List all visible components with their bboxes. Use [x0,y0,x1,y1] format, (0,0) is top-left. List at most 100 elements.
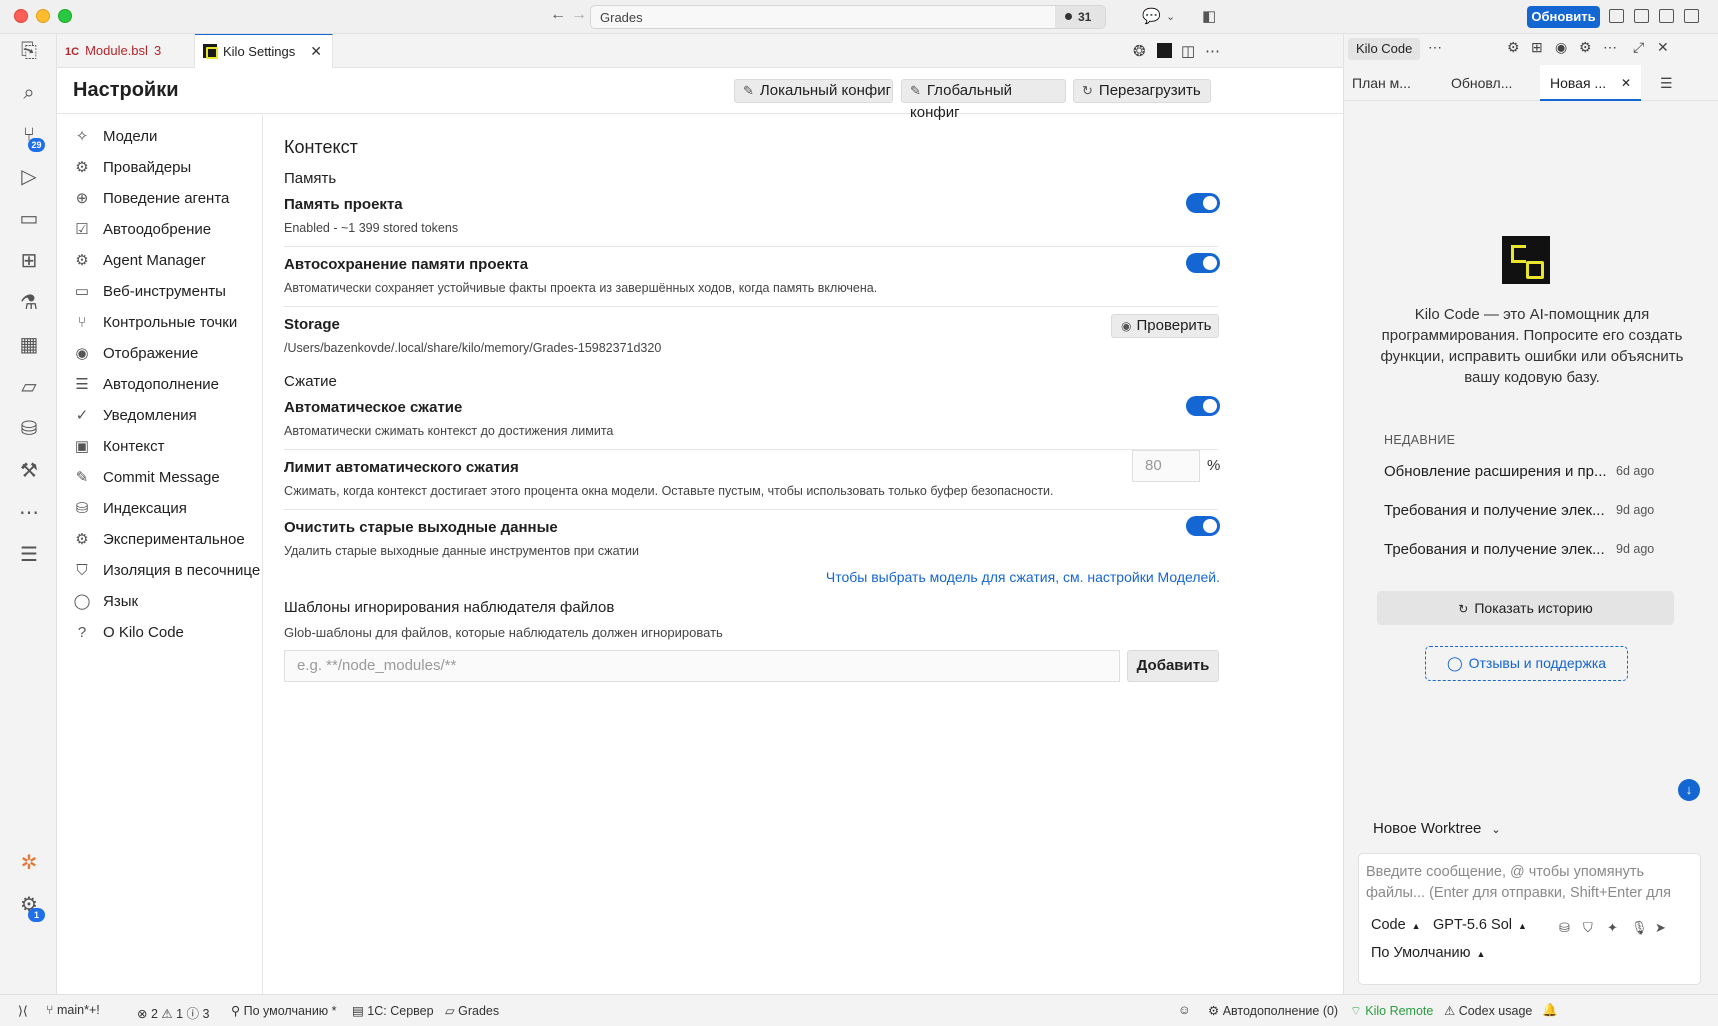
nav-item-models[interactable]: ✧ Модели [73,124,158,150]
more-actions-icon[interactable]: ⋯ [1603,39,1617,56]
grid-icon[interactable]: ⊞ [1531,39,1543,56]
profile-select[interactable]: По Умолчанию ▲ [1363,942,1493,964]
session-tab-active[interactable]: Новая ... ✕ [1540,65,1641,101]
nav-item-commit-message[interactable]: ✎ Commit Message [73,465,220,491]
run-debug-icon[interactable]: ▷ [16,164,42,190]
close-tab-icon[interactable]: ✕ [310,43,322,60]
nav-item-checkpoints[interactable]: ⑂ Контрольные точки [73,310,237,336]
codex-usage-status[interactable]: ⚠ Codex usage [1444,1003,1532,1018]
tab-module-bsl[interactable]: 1C Module.bsl 3 [57,34,195,68]
autosave-memory-toggle[interactable] [1186,253,1220,273]
kilo-action-icon[interactable] [1157,43,1172,58]
compress-limit-input[interactable]: 80 [1132,450,1200,482]
chevron-down-icon[interactable]: ⌄ [1166,10,1175,23]
openai-icon[interactable]: ❂ [1133,42,1146,60]
check-storage-button[interactable]: ◉ Проверить [1111,314,1219,338]
extensions-icon[interactable]: ⊞ [16,248,42,274]
maximize-icon[interactable]: ⤢ [1633,39,1644,56]
settings-gear-icon[interactable]: ⚙ [1579,39,1592,56]
folder-status[interactable]: ▱ Grades [445,1003,499,1018]
server-status[interactable]: ▤ 1С: Сервер [352,1003,434,1018]
clear-outputs-toggle[interactable] [1186,516,1220,536]
search-icon[interactable]: ⌕ [16,80,42,106]
glob-pattern-input[interactable]: e.g. **/node_modules/** [284,650,1120,682]
scroll-down-icon[interactable]: ↓ [1678,779,1700,801]
problems-status[interactable]: ⊗ 2 ⚠ 1 ⓘ 3 [137,1003,210,1022]
nav-item-context[interactable]: ▣ Контекст [73,434,165,460]
enhance-prompt-icon[interactable]: ✦ [1607,920,1618,936]
nav-item-about[interactable]: ? О Kilo Code [73,620,184,646]
close-tab-icon[interactable]: ✕ [1621,65,1631,101]
toggle-primary-sidebar-icon[interactable] [1609,9,1624,23]
nav-item-autocomplete[interactable]: ☰ Автодополнение [73,372,219,398]
maximize-window-button[interactable] [58,9,72,23]
session-tab[interactable]: Обновл... [1451,65,1512,101]
nav-item-indexing[interactable]: ⛁ Индексация [73,496,187,522]
nav-item-providers[interactable]: ⚙ Провайдеры [73,155,191,181]
agent-manager-icon[interactable]: ⚙ [1507,39,1520,56]
tab-kilo-settings[interactable]: Kilo Settings ✕ [195,34,333,68]
session-tab[interactable]: План м... [1352,65,1411,101]
explorer-icon[interactable]: ⎘ [16,38,42,64]
remote-explorer-icon[interactable]: ▭ [16,206,42,232]
message-input[interactable]: Введите сообщение, @ чтобы упомянуть фай… [1358,853,1701,985]
worktree-select[interactable]: Новое Worktree ⌄ [1373,820,1501,837]
recent-item[interactable]: Требования и получение элек... 9d ago [1384,541,1684,561]
toggle-secondary-sidebar-icon[interactable] [1684,9,1699,23]
profile-icon[interactable]: ◉ [1555,39,1567,56]
profile-status[interactable]: ⚲ По умолчанию * [231,1003,337,1018]
customize-layout-icon[interactable] [1634,9,1649,23]
autocomplete-status[interactable]: ⚙ Автодополнение (0) [1208,1003,1338,1018]
mode-select[interactable]: Code ▲ [1363,914,1429,936]
show-history-button[interactable]: ↻ Показать историю [1377,591,1674,625]
problems-badge[interactable]: 31 [1055,6,1105,28]
panel-title[interactable]: Kilo Code [1348,38,1421,60]
toggle-panel-icon[interactable] [1659,9,1674,23]
local-config-button[interactable]: ✎ Локальный конфиг [734,79,893,103]
nav-item-display[interactable]: ◉ Отображение [73,341,198,367]
testing-icon[interactable]: ⚗ [16,290,42,316]
copilot-chat-icon[interactable]: 💬 [1142,7,1161,25]
remote-icon[interactable]: ⟩⟨ [18,1003,28,1018]
model-select[interactable]: GPT-5.6 Sol ▲ [1425,914,1535,936]
copilot-status-icon[interactable]: ☺ [1178,1003,1191,1017]
more-actions-icon[interactable]: ⋯ [1205,42,1220,60]
nav-item-web-tools[interactable]: ▭ Веб-инструменты [73,279,226,305]
extension-icon[interactable]: ◧ [1202,7,1216,25]
graph-icon[interactable]: ⋯ [16,500,42,526]
close-panel-icon[interactable]: ✕ [1657,39,1669,56]
split-editor-icon[interactable]: ◫ [1181,42,1195,60]
global-config-button[interactable]: ✎ Глобальный конфиг [901,79,1066,121]
feedback-button[interactable]: ◯ Отзывы и поддержка [1425,646,1628,681]
tools-icon[interactable]: ⚒ [16,458,42,484]
command-center[interactable]: Grades 31 [590,5,1106,29]
update-button[interactable]: Обновить [1527,6,1600,28]
microphone-icon[interactable]: 🎙 [1631,920,1648,936]
auto-compress-toggle[interactable] [1186,396,1220,416]
recent-item[interactable]: Обновление расширения и пр... 6d ago [1384,463,1684,483]
nav-item-agent-behavior[interactable]: ⊕ Поведение агента [73,186,230,212]
shield-icon[interactable]: ⛉ [1583,920,1593,936]
project-memory-toggle[interactable] [1186,193,1220,213]
more-icon[interactable]: ⋯ [1428,39,1442,56]
kilo-logo-icon[interactable]: ✲ [16,850,42,876]
forward-arrow-icon[interactable]: → [568,6,590,24]
minimize-window-button[interactable] [36,9,50,23]
folder-icon[interactable]: ▱ [16,374,42,400]
branch-status[interactable]: ⑂ main*+! [46,1003,100,1017]
list-icon[interactable]: ☰ [16,542,42,568]
add-pattern-button[interactable]: Добавить [1127,650,1219,682]
back-arrow-icon[interactable]: ← [547,6,569,24]
close-window-button[interactable] [14,9,28,23]
nav-item-auto-approve[interactable]: ☑ Автоодобрение [73,217,211,243]
recent-item[interactable]: Требования и получение элек... 9d ago [1384,502,1684,522]
session-list-icon[interactable]: ☰ [1660,75,1673,92]
kilo-remote-status[interactable]: ⌔ Kilo Remote [1350,1003,1433,1019]
database-icon[interactable]: ⛁ [16,416,42,442]
nav-item-language[interactable]: ◯ Язык [73,589,138,615]
notifications-bell-icon[interactable]: 🔔 [1542,1003,1558,1018]
nav-item-experimental[interactable]: ⚙ Экспериментальное [73,527,244,553]
models-settings-link[interactable]: Чтобы выбрать модель для сжатия, см. нас… [826,569,1220,585]
nav-item-agent-manager[interactable]: ⚙ Agent Manager [73,248,205,274]
nav-item-notifications[interactable]: ✓ Уведомления [73,403,197,429]
